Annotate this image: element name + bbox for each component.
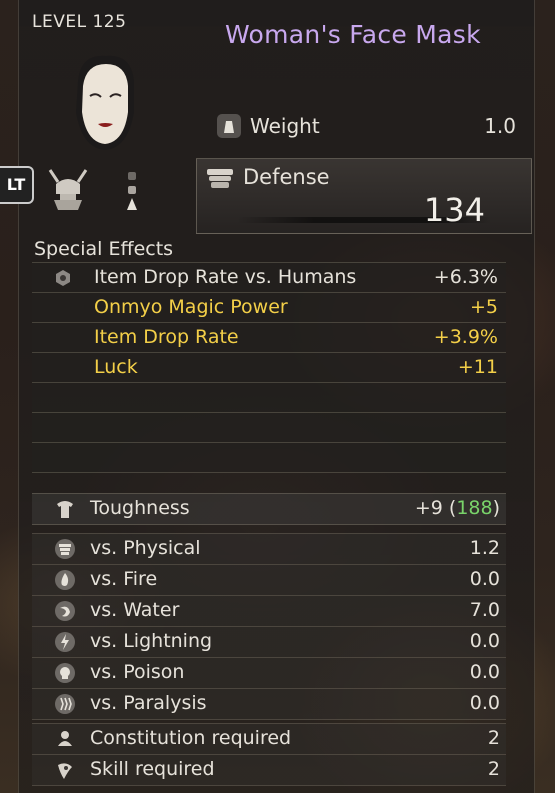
armor-helmet-icon xyxy=(48,169,88,210)
special-effect-row-empty xyxy=(32,412,506,442)
water-icon xyxy=(55,601,75,621)
toughness-row: Toughness +9 (188) xyxy=(32,493,506,525)
toughness-total: 188 xyxy=(456,497,493,519)
resistance-label: vs. Poison xyxy=(90,661,185,683)
toughness-icon xyxy=(57,501,73,518)
resistance-label: vs. Water xyxy=(90,599,180,621)
requirement-row-skill: Skill required 2 xyxy=(32,754,506,786)
special-effect-row: Onmyo Magic Power +5 xyxy=(32,292,506,322)
special-effect-value: +11 xyxy=(457,356,498,378)
resistance-label: vs. Lightning xyxy=(90,630,213,652)
special-effect-label: Luck xyxy=(94,356,138,378)
resistance-value: 0.0 xyxy=(469,630,500,652)
special-effect-value: +3.9% xyxy=(433,326,498,348)
noh-mask-icon xyxy=(76,55,134,150)
defense-icon xyxy=(207,169,233,188)
resistance-value: 0.0 xyxy=(469,692,500,714)
poison-icon xyxy=(55,663,75,683)
physical-icon xyxy=(55,539,75,559)
special-effect-value: +5 xyxy=(469,296,498,318)
resistance-row-physical: vs. Physical 1.2 xyxy=(32,533,506,564)
resistance-list: vs. Physical 1.2 vs. Fire 0.0 vs. Water … xyxy=(32,533,506,720)
weight-row: Weight 1.0 xyxy=(214,112,520,140)
hexagon-icon xyxy=(56,270,70,286)
special-effects-list: Item Drop Rate vs. Humans +6.3% Onmyo Ma… xyxy=(32,262,506,473)
requirements-list: Constitution required 2 Skill required 2 xyxy=(32,723,506,786)
fire-icon xyxy=(55,570,75,590)
resistance-row-lightning: vs. Lightning 0.0 xyxy=(32,626,506,657)
item-level: LEVEL 125 xyxy=(32,12,127,32)
skill-icon xyxy=(58,763,72,779)
special-effect-row: Item Drop Rate +3.9% xyxy=(32,322,506,352)
special-effect-row: Luck +11 xyxy=(32,352,506,382)
resistance-label: vs. Paralysis xyxy=(90,692,207,714)
special-effect-value: +6.3% xyxy=(433,266,498,288)
weight-label: Weight xyxy=(250,114,320,138)
special-effect-label: Item Drop Rate vs. Humans xyxy=(94,266,357,288)
resistance-value: 7.0 xyxy=(469,599,500,621)
resistance-value: 0.0 xyxy=(469,661,500,683)
resistance-row-fire: vs. Fire 0.0 xyxy=(32,564,506,595)
requirement-value: 2 xyxy=(487,727,500,749)
special-effect-row: Item Drop Rate vs. Humans +6.3% xyxy=(32,262,506,292)
requirement-row-constitution: Constitution required 2 xyxy=(32,723,506,754)
paralysis-icon xyxy=(55,694,75,714)
resistance-value: 1.2 xyxy=(469,537,500,559)
defense-label: Defense xyxy=(243,165,330,189)
defense-box: Defense 134 xyxy=(196,158,532,234)
requirement-label: Skill required xyxy=(90,758,215,780)
weight-icon xyxy=(217,114,241,138)
resistance-row-water: vs. Water 7.0 xyxy=(32,595,506,626)
special-effect-row-empty xyxy=(32,382,506,412)
lightning-icon xyxy=(55,632,75,652)
toughness-value: +9 (188) xyxy=(414,497,500,519)
special-effects-title: Special Effects xyxy=(34,238,174,260)
defense-value: 134 xyxy=(423,191,485,229)
resistance-label: vs. Fire xyxy=(90,568,158,590)
special-effect-label: Onmyo Magic Power xyxy=(94,296,288,318)
special-effect-label: Item Drop Rate xyxy=(94,326,239,348)
item-name: Woman's Face Mask xyxy=(225,20,481,49)
weight-indicator-icon xyxy=(127,172,137,210)
resistance-value: 0.0 xyxy=(469,568,500,590)
toughness-label: Toughness xyxy=(90,497,190,519)
constitution-icon xyxy=(58,731,72,746)
lt-button[interactable]: LT xyxy=(0,166,34,204)
requirement-label: Constitution required xyxy=(90,727,292,749)
resistance-label: vs. Physical xyxy=(90,537,201,559)
weight-value: 1.0 xyxy=(484,114,516,138)
requirement-value: 2 xyxy=(487,758,500,780)
special-effect-row-empty xyxy=(32,442,506,473)
resistance-row-paralysis: vs. Paralysis 0.0 xyxy=(32,688,506,720)
resistance-row-poison: vs. Poison 0.0 xyxy=(32,657,506,688)
